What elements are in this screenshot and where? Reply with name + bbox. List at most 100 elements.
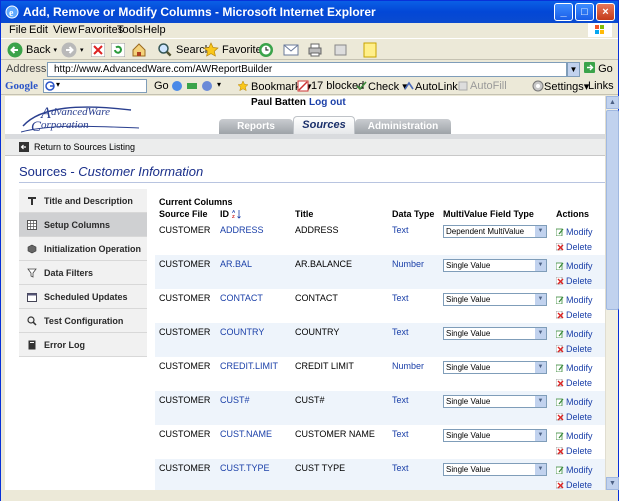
delete-link[interactable]: Delete bbox=[556, 308, 601, 323]
menu-file[interactable]: File bbox=[9, 24, 27, 36]
search-site-icon[interactable] bbox=[171, 80, 183, 92]
delete-link[interactable]: Delete bbox=[556, 240, 601, 255]
modify-link[interactable]: Modify bbox=[556, 327, 601, 342]
google-go-button[interactable]: Go bbox=[154, 80, 169, 92]
popup-blocker-icon bbox=[297, 80, 309, 92]
modify-link[interactable]: Modify bbox=[556, 361, 601, 376]
multivalue-select[interactable]: Single Value ▼ bbox=[443, 361, 547, 374]
nav-test-configuration[interactable]: Test Configuration bbox=[19, 309, 147, 333]
cell-actions: Modify Delete bbox=[552, 255, 605, 289]
tab-reports[interactable]: Reports bbox=[219, 119, 293, 134]
select-dropdown-icon: ▼ bbox=[535, 294, 546, 305]
back-button[interactable]: Back ▾ bbox=[7, 41, 57, 59]
modify-link[interactable]: Modify bbox=[556, 463, 601, 478]
cell-multivalue: Single Value ▼ bbox=[439, 323, 552, 357]
cell-data-type-link[interactable]: Text bbox=[388, 459, 439, 490]
edit-page-icon[interactable] bbox=[333, 42, 349, 58]
close-button[interactable]: × bbox=[596, 3, 615, 21]
links-button[interactable]: Links bbox=[588, 80, 614, 92]
nav-initialization-operation[interactable]: Initialization Operation bbox=[19, 237, 147, 261]
cell-data-type-link[interactable]: Text bbox=[388, 289, 439, 323]
cell-id-link[interactable]: CONTACT bbox=[216, 289, 291, 323]
cell-id-link[interactable]: CUST.NAME bbox=[216, 425, 291, 459]
cell-data-type-link[interactable]: Number bbox=[388, 255, 439, 289]
modify-link[interactable]: Modify bbox=[556, 293, 601, 308]
address-input[interactable]: http://www.AdvancedWare.com/AWReportBuil… bbox=[47, 62, 567, 77]
nav-data-filters[interactable]: Data Filters bbox=[19, 261, 147, 285]
cell-id-link[interactable]: AR.BAL bbox=[216, 255, 291, 289]
notes-icon[interactable] bbox=[363, 42, 377, 58]
forward-button[interactable]: ▾ bbox=[61, 41, 84, 59]
modify-link[interactable]: Modify bbox=[556, 395, 601, 410]
sort-az-icon[interactable]: AZ bbox=[232, 209, 241, 219]
vertical-scrollbar[interactable]: ▲ ▼ bbox=[605, 96, 619, 490]
menu-view[interactable]: View bbox=[53, 24, 77, 36]
tab-administration[interactable]: Administration bbox=[355, 119, 451, 134]
menu-tools[interactable]: Tools bbox=[117, 24, 143, 36]
mail-icon[interactable] bbox=[283, 43, 301, 57]
menu-bar: File Edit View Favorites Tools Help bbox=[1, 23, 618, 38]
spellcheck-button[interactable]: Check ▾ bbox=[368, 80, 408, 93]
tab-sources[interactable]: Sources bbox=[293, 116, 355, 134]
delete-link[interactable]: Delete bbox=[556, 376, 601, 391]
modify-link[interactable]: Modify bbox=[556, 225, 601, 240]
table-row: CUSTOMER CREDIT.LIMIT CREDIT LIMIT Number Si… bbox=[155, 357, 605, 391]
info-dropdown-icon[interactable]: ▾ bbox=[217, 80, 221, 89]
cell-data-type-link[interactable]: Text bbox=[388, 391, 439, 425]
logout-link[interactable]: Log out bbox=[309, 97, 346, 108]
cell-data-type-link[interactable]: Text bbox=[388, 323, 439, 357]
nav-scheduled-updates[interactable]: Scheduled Updates bbox=[19, 285, 147, 309]
delete-link[interactable]: Delete bbox=[556, 342, 601, 357]
cell-id-link[interactable]: CUST# bbox=[216, 391, 291, 425]
scroll-down-icon[interactable]: ▼ bbox=[606, 477, 619, 490]
multivalue-select[interactable]: Dependent MultiValue ▼ bbox=[443, 225, 547, 238]
menu-help[interactable]: Help bbox=[143, 24, 166, 36]
multivalue-select[interactable]: Single Value ▼ bbox=[443, 429, 547, 442]
cell-title: CUST TYPE bbox=[291, 459, 388, 490]
nav-title-and-description[interactable]: Title and Description bbox=[19, 189, 147, 213]
multivalue-select[interactable]: Single Value ▼ bbox=[443, 293, 547, 306]
scroll-up-icon[interactable]: ▲ bbox=[606, 96, 619, 109]
print-icon[interactable] bbox=[307, 42, 323, 58]
nav-setup-columns[interactable]: Setup Columns bbox=[19, 213, 147, 237]
delete-link[interactable]: Delete bbox=[556, 478, 601, 490]
cell-id-link[interactable]: COUNTRY bbox=[216, 323, 291, 357]
delete-x-icon bbox=[556, 447, 564, 455]
cell-id-link[interactable]: ADDRESS bbox=[216, 221, 291, 255]
multivalue-select[interactable]: Single Value ▼ bbox=[443, 395, 547, 408]
multivalue-select[interactable]: Single Value ▼ bbox=[443, 463, 547, 476]
address-dropdown-icon[interactable]: ▼ bbox=[567, 62, 580, 77]
nav-error-log[interactable]: Error Log bbox=[19, 333, 147, 357]
google-search-input[interactable]: ▾ bbox=[43, 79, 147, 93]
cell-data-type-link[interactable]: Number bbox=[388, 357, 439, 391]
minimize-button[interactable]: _ bbox=[554, 3, 573, 21]
cell-source-file: CUSTOMER bbox=[155, 255, 216, 289]
header-id[interactable]: ID AZ bbox=[216, 207, 291, 221]
maximize-button[interactable]: □ bbox=[575, 3, 594, 21]
history-icon[interactable] bbox=[258, 42, 274, 58]
info-icon[interactable] bbox=[201, 80, 213, 92]
cell-data-type-link[interactable]: Text bbox=[388, 425, 439, 459]
delete-link[interactable]: Delete bbox=[556, 274, 601, 289]
autofill-button[interactable]: AutoFill bbox=[470, 80, 507, 92]
menu-edit[interactable]: Edit bbox=[29, 24, 48, 36]
cell-id-link[interactable]: CUST.TYPE bbox=[216, 459, 291, 490]
delete-link[interactable]: Delete bbox=[556, 444, 601, 459]
refresh-icon[interactable] bbox=[111, 43, 125, 57]
multivalue-select[interactable]: Single Value ▼ bbox=[443, 327, 547, 340]
stop-icon[interactable] bbox=[91, 43, 105, 57]
cell-data-type-link[interactable]: Text bbox=[388, 221, 439, 255]
pagerank-icon[interactable] bbox=[186, 80, 198, 92]
go-arrow-icon bbox=[584, 62, 595, 73]
delete-link[interactable]: Delete bbox=[556, 410, 601, 425]
modify-link[interactable]: Modify bbox=[556, 429, 601, 444]
settings-button[interactable]: Settings▾ bbox=[544, 80, 589, 93]
return-to-sources-link[interactable]: Return to Sources Listing bbox=[34, 142, 135, 152]
go-button[interactable]: Go bbox=[584, 62, 613, 75]
cell-actions: Modify Delete bbox=[552, 425, 605, 459]
scroll-thumb[interactable] bbox=[606, 110, 619, 310]
multivalue-select[interactable]: Single Value ▼ bbox=[443, 259, 547, 272]
cell-id-link[interactable]: CREDIT.LIMIT bbox=[216, 357, 291, 391]
modify-link[interactable]: Modify bbox=[556, 259, 601, 274]
home-icon[interactable] bbox=[131, 42, 147, 58]
